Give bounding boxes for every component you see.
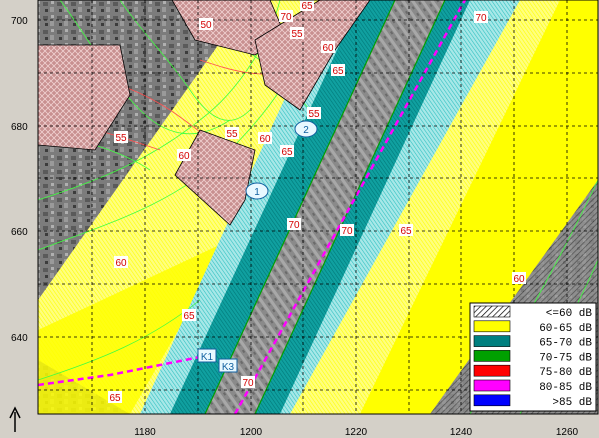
contour-label: 65 xyxy=(109,393,121,404)
contour-label: 60 xyxy=(513,274,525,285)
legend: <=60 dB 60-65 dB 65-70 dB 70-75 dB 75-80 dB 8… xyxy=(469,302,597,412)
legend-swatch xyxy=(473,305,511,318)
legend-label: <=60 dB xyxy=(546,308,593,320)
y-tick-label: 640 xyxy=(11,333,28,344)
contour-label: 65 xyxy=(400,226,412,237)
receiver-label: 1 xyxy=(254,187,260,198)
legend-label: 60-65 dB xyxy=(539,323,592,335)
legend-swatch xyxy=(473,379,511,392)
legend-swatch xyxy=(473,394,511,407)
legend-label: 75-80 dB xyxy=(539,367,592,379)
contour-label: 65 xyxy=(183,311,195,322)
contour-label: 55 xyxy=(115,133,127,144)
receiver-point-1[interactable]: 1 xyxy=(245,182,269,200)
x-tick-label: 1220 xyxy=(345,427,368,438)
x-tick-label: 1240 xyxy=(450,427,473,438)
contour-label: 60 xyxy=(178,151,190,162)
source-point-k3[interactable]: K3 xyxy=(218,358,238,373)
legend-swatch xyxy=(473,364,511,377)
source-point-k1[interactable]: K1 xyxy=(197,348,217,363)
contour-label: 55 xyxy=(308,109,320,120)
source-label: K1 xyxy=(201,352,214,363)
contour-label: 70 xyxy=(288,220,300,231)
x-tick-label: 1260 xyxy=(556,427,579,438)
legend-label: 65-70 dB xyxy=(539,338,592,350)
contour-label: 60 xyxy=(322,43,334,54)
legend-swatch xyxy=(473,320,511,333)
x-tick-label: 1200 xyxy=(240,427,263,438)
legend-label: 80-85 dB xyxy=(539,382,592,394)
x-axis-panel xyxy=(0,414,599,438)
legend-swatch xyxy=(473,335,511,347)
noise-map: 50 55 60 65 70 55 60 65 70 55 55 60 65 6… xyxy=(0,0,599,438)
contour-label: 65 xyxy=(281,147,293,158)
y-tick-label: 700 xyxy=(11,16,28,27)
contour-label: 50 xyxy=(200,20,212,31)
source-label: K3 xyxy=(222,362,235,373)
legend-label: 70-75 dB xyxy=(539,352,592,364)
contour-label: 70 xyxy=(280,12,292,23)
receiver-label: 2 xyxy=(303,125,309,136)
y-tick-label: 660 xyxy=(11,227,28,238)
x-tick-label: 1180 xyxy=(134,427,156,438)
contour-label: 70 xyxy=(475,13,487,24)
legend-swatch xyxy=(473,350,511,362)
legend-label: >85 dB xyxy=(552,397,592,409)
y-axis-panel xyxy=(0,0,38,438)
contour-label: 70 xyxy=(341,226,353,237)
contour-label: 70 xyxy=(242,378,254,389)
contour-label: 60 xyxy=(115,258,127,269)
contour-label: 60 xyxy=(259,134,271,145)
y-tick-label: 680 xyxy=(11,122,28,133)
contour-label: 55 xyxy=(291,29,303,40)
contour-label: 65 xyxy=(301,1,313,12)
contour-label: 65 xyxy=(332,66,344,77)
contour-label: 55 xyxy=(226,129,238,140)
receiver-point-2[interactable]: 2 xyxy=(294,120,318,138)
